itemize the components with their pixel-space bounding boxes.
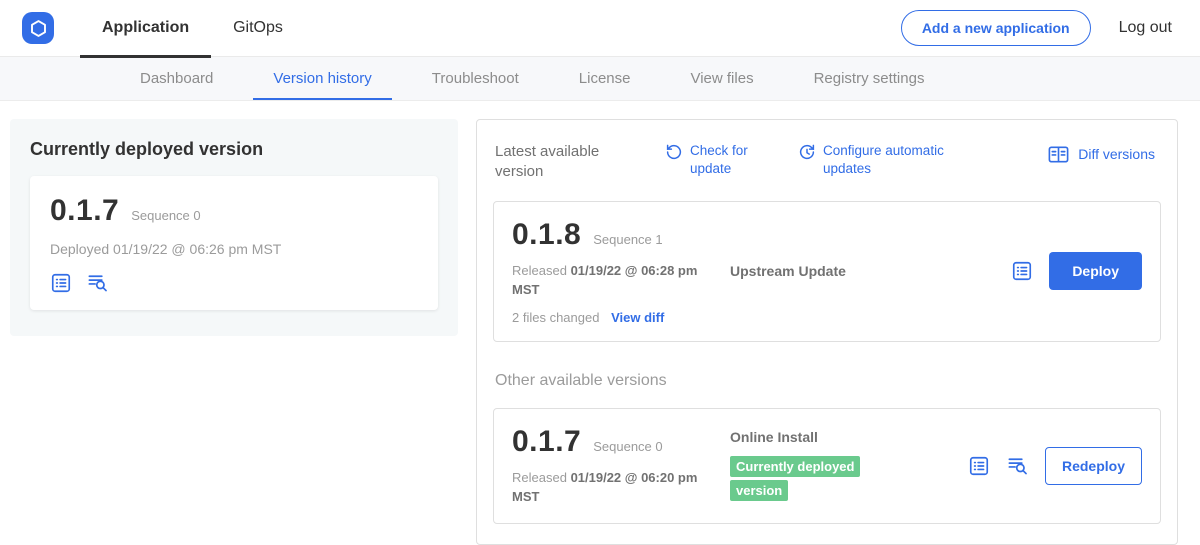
deploy-logs-icon[interactable] (86, 271, 109, 294)
subnav-dashboard[interactable]: Dashboard (110, 57, 243, 100)
configure-automatic-updates-button[interactable]: Configure automatic updates (798, 142, 951, 177)
other-sequence: Sequence 0 (593, 439, 662, 454)
deployed-version-card: 0.1.7 Sequence 0 Deployed 01/19/22 @ 06:… (30, 176, 438, 310)
diff-versions-label: Diff versions (1078, 145, 1155, 163)
latest-available-title: Latest available version (495, 142, 623, 183)
refresh-icon (665, 143, 683, 161)
subnav-license[interactable]: License (549, 57, 661, 100)
currently-deployed-panel: Currently deployed version 0.1.7 Sequenc… (10, 119, 458, 336)
deploy-button[interactable]: Deploy (1049, 252, 1142, 290)
add-application-button[interactable]: Add a new application (901, 10, 1091, 46)
latest-version-number: 0.1.8 (512, 218, 581, 252)
check-for-update-button[interactable]: Check for update (665, 142, 756, 177)
tab-gitops[interactable]: GitOps (211, 0, 305, 57)
deployed-version-number: 0.1.7 (50, 194, 119, 228)
currently-deployed-title: Currently deployed version (30, 139, 438, 160)
preflight-checks-icon[interactable] (968, 455, 990, 477)
check-for-update-label: Check for update (690, 142, 756, 177)
diff-versions-button[interactable]: Diff versions (1047, 142, 1155, 166)
app-sub-nav: Dashboard Version history Troubleshoot L… (0, 57, 1200, 101)
other-version-number: 0.1.7 (512, 425, 581, 459)
subnav-version-history[interactable]: Version history (243, 57, 401, 100)
view-diff-link[interactable]: View diff (611, 310, 664, 325)
other-available-versions-title: Other available versions (495, 372, 1159, 390)
preflight-checks-icon[interactable] (50, 272, 72, 294)
available-versions-header: Latest available version Check for updat… (493, 136, 1161, 183)
redeploy-button[interactable]: Redeploy (1045, 447, 1142, 485)
deployed-timestamp: Deployed 01/19/22 @ 06:26 pm MST (50, 241, 418, 257)
main-content: Currently deployed version 0.1.7 Sequenc… (0, 101, 1200, 545)
subnav-view-files[interactable]: View files (660, 57, 783, 100)
auto-update-icon (798, 143, 816, 161)
other-released-timestamp: Released 01/19/22 @ 06:20 pm MST (512, 468, 707, 507)
available-versions-panel: Latest available version Check for updat… (476, 119, 1178, 545)
files-changed-label: 2 files changed (512, 310, 599, 325)
latest-released-timestamp: Released 01/19/22 @ 06:28 pm MST (512, 261, 707, 300)
primary-nav: Application GitOps (80, 0, 305, 57)
other-version-source: Online Install (730, 429, 968, 445)
hexagon-logo-icon (29, 19, 48, 38)
subnav-troubleshoot[interactable]: Troubleshoot (402, 57, 549, 100)
tab-application[interactable]: Application (80, 0, 211, 57)
version-card-latest: 0.1.8 Sequence 1 Released 01/19/22 @ 06:… (493, 201, 1161, 342)
logout-link[interactable]: Log out (1119, 19, 1176, 37)
version-card-other: 0.1.7 Sequence 0 Released 01/19/22 @ 06:… (493, 408, 1161, 524)
app-logo[interactable] (22, 12, 54, 44)
latest-sequence: Sequence 1 (593, 232, 662, 247)
deploy-logs-icon[interactable] (1006, 454, 1029, 477)
diff-versions-icon (1047, 143, 1070, 166)
subnav-registry-settings[interactable]: Registry settings (784, 57, 955, 100)
currently-deployed-badge: Currently deployed version (730, 456, 860, 500)
top-header: Application GitOps Add a new application… (0, 0, 1200, 57)
configure-automatic-updates-label: Configure automatic updates (823, 142, 951, 177)
latest-version-source: Upstream Update (730, 263, 1011, 279)
preflight-checks-icon[interactable] (1011, 260, 1033, 282)
deployed-sequence: Sequence 0 (131, 208, 200, 223)
